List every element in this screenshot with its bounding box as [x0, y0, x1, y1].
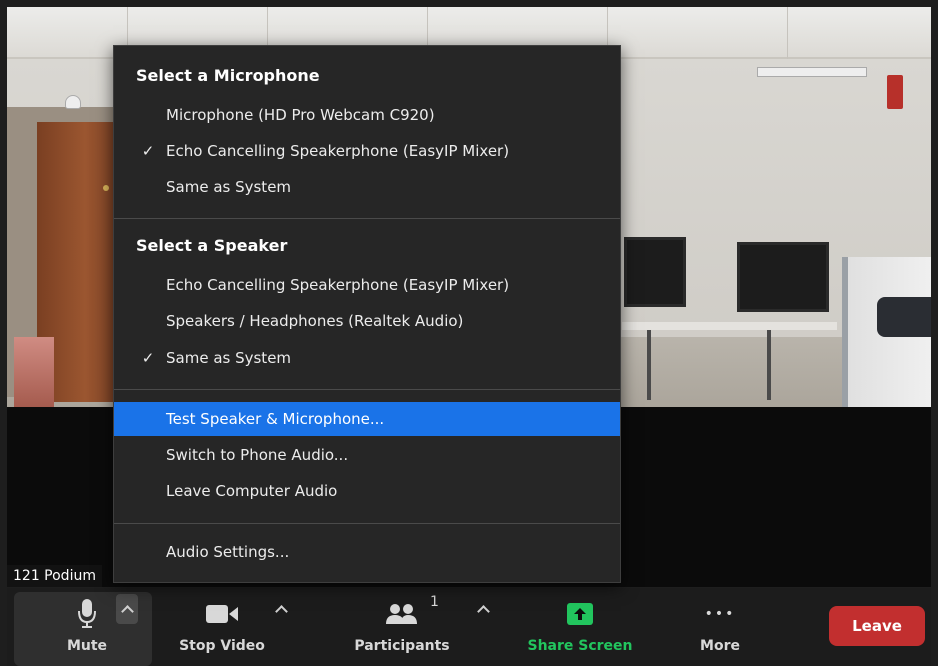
menu-item-switch-to-phone-audio[interactable]: Switch to Phone Audio... [114, 438, 620, 472]
menu-item-speaker-same-as-system[interactable]: ✓ Same as System [114, 341, 620, 375]
fire-alarm [887, 75, 903, 109]
share-screen-button[interactable]: Share Screen [522, 588, 638, 666]
audio-options-menu: Select a Microphone Microphone (HD Pro W… [113, 45, 621, 583]
menu-item-speaker-realtek[interactable]: Speakers / Headphones (Realtek Audio) [114, 304, 620, 338]
menu-item-label: Switch to Phone Audio... [166, 446, 349, 464]
menu-item-label: Same as System [166, 349, 292, 367]
menu-item-microphone-webcam[interactable]: Microphone (HD Pro Webcam C920) [114, 98, 620, 132]
more-button[interactable]: ••• More [682, 588, 758, 666]
menu-divider [114, 218, 620, 219]
share-screen-label: Share Screen [527, 638, 633, 654]
menu-divider [114, 389, 620, 390]
microphone-icon [78, 599, 96, 628]
menu-item-label: Microphone (HD Pro Webcam C920) [166, 106, 435, 124]
menu-item-speaker-echo-cancelling[interactable]: Echo Cancelling Speakerphone (EasyIP Mix… [114, 268, 620, 302]
participants-count: 1 [430, 594, 439, 610]
menu-item-audio-settings[interactable]: Audio Settings... [114, 535, 620, 569]
leave-button[interactable]: Leave [829, 606, 925, 646]
participants-label: Participants [354, 638, 450, 654]
table-leg [647, 330, 651, 400]
chevron-up-icon [476, 605, 490, 618]
menu-item-test-speaker-microphone[interactable]: Test Speaker & Microphone... [114, 402, 620, 436]
menu-item-label: Echo Cancelling Speakerphone (EasyIP Mix… [166, 142, 510, 160]
participants-icon [386, 604, 417, 624]
cabinet [14, 337, 54, 407]
menu-item-microphone-same-as-system[interactable]: Same as System [114, 170, 620, 204]
menu-item-label: Same as System [166, 178, 292, 196]
menu-item-label: Audio Settings... [166, 543, 290, 561]
menu-item-microphone-echo-cancelling[interactable]: ✓ Echo Cancelling Speakerphone (EasyIP M… [114, 134, 620, 168]
mute-label: Mute [66, 638, 108, 654]
stop-video-button[interactable]: Stop Video [172, 588, 272, 666]
zoom-window: 121 Podium Mute Stop Video Participants … [0, 0, 938, 666]
participants-button[interactable]: Participants [347, 588, 457, 666]
more-label: More [700, 638, 740, 654]
table [622, 322, 837, 330]
monitor-2 [737, 242, 829, 312]
video-options-caret[interactable] [270, 594, 292, 624]
microphone-section-header: Select a Microphone [136, 66, 320, 85]
door-knob [103, 185, 109, 191]
menu-divider [114, 523, 620, 524]
speaker-section-header: Select a Speaker [136, 236, 288, 255]
checkmark-icon: ✓ [141, 142, 155, 160]
stop-video-label: Stop Video [179, 638, 265, 654]
participants-options-caret[interactable] [472, 594, 494, 624]
participant-name-tag: 121 Podium [7, 565, 102, 587]
checkmark-icon: ✓ [141, 349, 155, 367]
monitor-1 [624, 237, 686, 307]
meeting-toolbar: Mute Stop Video Participants 1 Share Scr… [7, 588, 931, 666]
chevron-up-icon [274, 605, 288, 618]
ceiling-speaker [65, 95, 81, 109]
audio-options-caret[interactable] [116, 594, 138, 624]
share-screen-arrow-icon [567, 603, 593, 625]
more-dots-icon: ••• [704, 606, 736, 622]
mute-button[interactable]: Mute [52, 588, 122, 666]
video-camera-icon [206, 605, 238, 623]
table-leg [767, 330, 771, 400]
menu-item-label: Test Speaker & Microphone... [166, 410, 385, 428]
menu-item-label: Echo Cancelling Speakerphone (EasyIP Mix… [166, 276, 510, 294]
menu-item-label: Leave Computer Audio [166, 482, 338, 500]
menu-item-leave-computer-audio[interactable]: Leave Computer Audio [114, 474, 620, 508]
bed-pad [877, 297, 931, 337]
ceiling-light [757, 67, 867, 77]
chevron-up-icon [120, 605, 134, 618]
menu-item-label: Speakers / Headphones (Realtek Audio) [166, 312, 464, 330]
